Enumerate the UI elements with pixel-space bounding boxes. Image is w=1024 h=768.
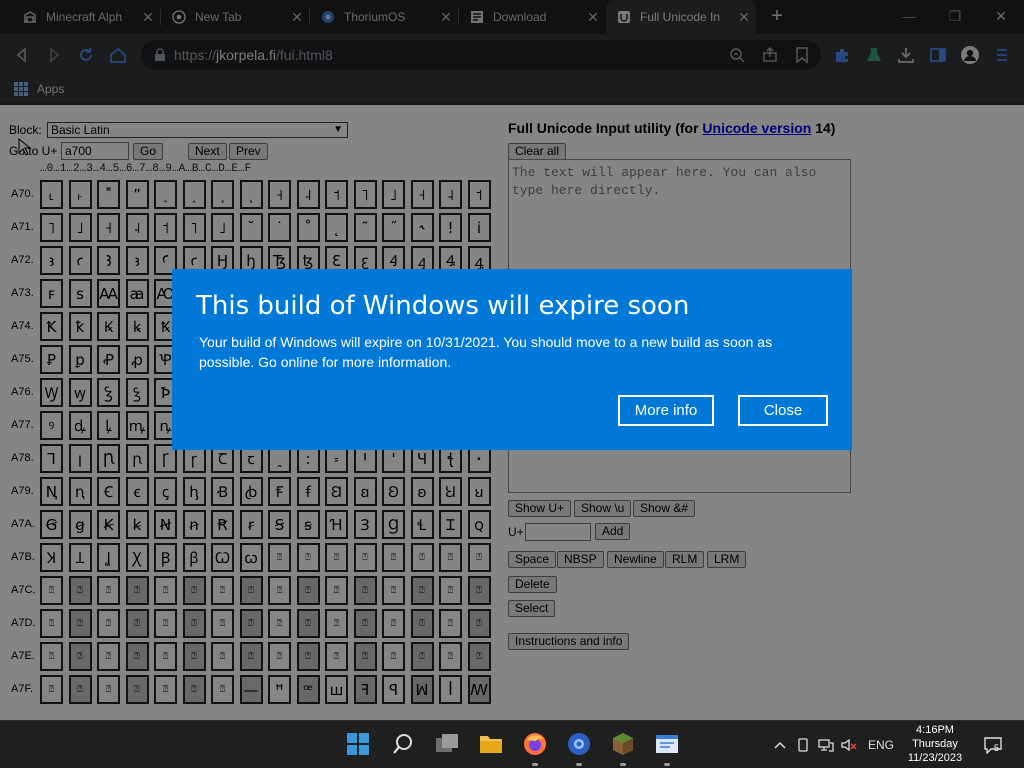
notification-count: 5 xyxy=(994,743,1000,753)
dialog-title: This build of Windows will expire soon xyxy=(196,291,690,321)
clock-date: 11/23/2023 xyxy=(907,752,963,764)
expiry-dialog: This build of Windows will expire soon Y… xyxy=(172,269,852,450)
search-icon[interactable] xyxy=(390,731,416,757)
language-indicator[interactable]: ENG xyxy=(868,737,894,753)
file-explorer-icon[interactable] xyxy=(478,731,504,757)
minecraft-taskbar-icon[interactable] xyxy=(610,731,636,757)
running-indicator xyxy=(664,763,670,766)
firefox-icon[interactable] xyxy=(522,731,548,757)
running-indicator xyxy=(532,763,538,766)
running-indicator xyxy=(576,763,582,766)
taskbar: ENG 4:16PM Thursday 11/23/2023 5 xyxy=(0,720,1024,768)
start-windows-icon[interactable] xyxy=(345,731,371,757)
volume-muted-icon[interactable] xyxy=(840,737,858,753)
network-icon[interactable] xyxy=(817,737,835,753)
clock[interactable]: 4:16PM Thursday 11/23/2023 xyxy=(900,723,970,765)
notifications-icon[interactable]: 5 xyxy=(982,737,1004,754)
clock-day: Thursday xyxy=(912,738,958,750)
app-window-icon[interactable] xyxy=(654,731,680,757)
dialog-message: Your build of Windows will expire on 10/… xyxy=(199,334,773,370)
close-button[interactable]: Close xyxy=(738,395,828,426)
thorium-browser-icon[interactable] xyxy=(566,731,592,757)
more-info-button[interactable]: More info xyxy=(618,395,714,426)
task-view-icon[interactable] xyxy=(434,731,460,757)
running-indicator xyxy=(620,763,626,766)
clock-time: 4:16PM xyxy=(916,724,954,736)
show-hidden-icons-chevron-icon[interactable] xyxy=(771,737,789,753)
device-icon[interactable] xyxy=(794,737,812,753)
